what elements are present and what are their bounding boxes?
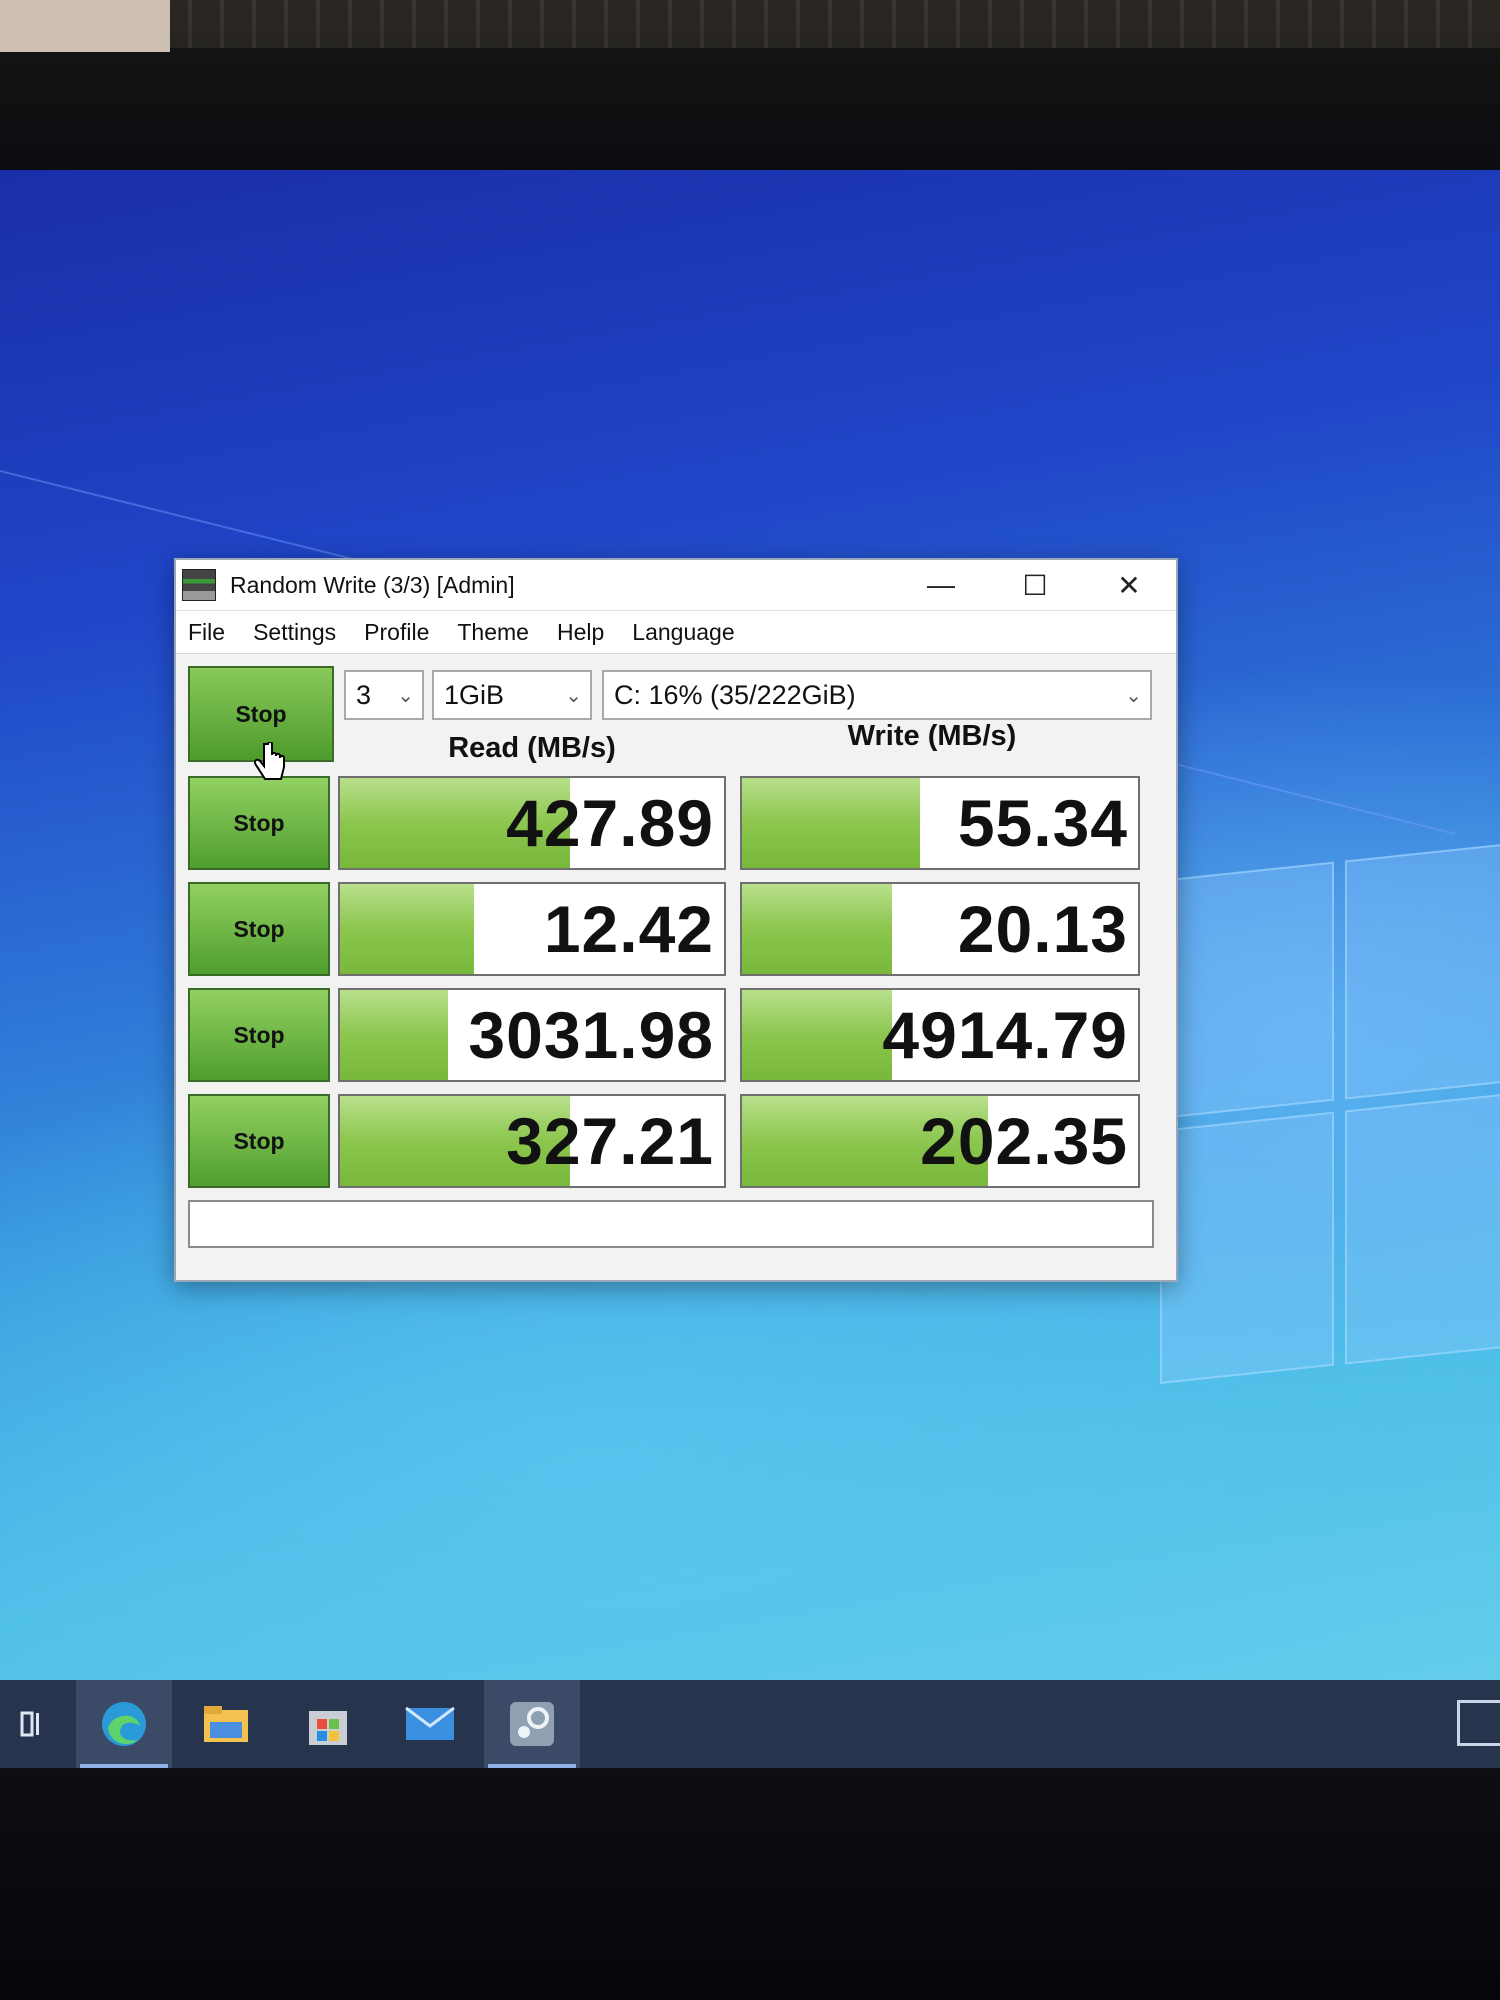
chevron-down-icon: ⌄ [565,684,582,707]
app-icon [182,569,216,601]
read-result-cell: 427.89 [338,776,726,870]
write-result-cell: 20.13 [740,882,1140,976]
read-result-cell: 3031.98 [338,988,726,1082]
logo-pane [1160,861,1334,1119]
row-stop-button[interactable]: Stop [188,776,330,870]
read-value: 427.89 [506,786,714,860]
write-value: 55.34 [957,786,1128,860]
windows-logo-wallpaper [1160,840,1500,1400]
mail-icon [405,1706,455,1740]
steam-taskbar-button[interactable] [484,1680,580,1768]
row-stop-button[interactable]: Stop [188,1094,330,1188]
edge-icon [102,1702,146,1746]
maximize-button[interactable]: ☐ [988,560,1082,610]
read-column-header: Read (MB/s) [448,732,616,764]
read-progress-fill [340,990,448,1080]
menu-file[interactable]: File [188,619,225,646]
write-result-cell: 55.34 [740,776,1140,870]
chevron-down-icon: ⌄ [397,684,414,707]
title-bar[interactable]: Random Write (3/3) [Admin] — ☐ ✕ [176,560,1176,611]
task-view-icon [20,1711,39,1737]
benchmark-window: Random Write (3/3) [Admin] — ☐ ✕ File Se… [174,558,1178,1282]
test-count-select[interactable]: 3 ⌄ [344,670,424,720]
hand-cursor-icon [253,742,285,780]
window-title: Random Write (3/3) [Admin] [230,571,515,598]
test-size-select[interactable]: 1GiB ⌄ [432,670,592,720]
menu-language[interactable]: Language [632,619,734,646]
write-value: 20.13 [957,892,1128,966]
menu-bar: File Settings Profile Theme Help Languag… [176,611,1176,654]
mail-taskbar-button[interactable] [382,1680,478,1768]
menu-theme[interactable]: Theme [457,619,529,646]
menu-settings[interactable]: Settings [253,619,336,646]
read-result-cell: 327.21 [338,1094,726,1188]
drive-value: C: 16% (35/222GiB) [614,679,856,710]
test-size-value: 1GiB [444,679,505,710]
row-stop-button[interactable]: Stop [188,988,330,1082]
write-column-header: Write (MB/s) [847,720,1017,752]
store-taskbar-button[interactable] [280,1680,376,1768]
write-progress-fill [742,778,921,868]
menu-profile[interactable]: Profile [364,619,429,646]
notification-icon[interactable] [1457,1700,1500,1746]
benchmark-panel: Stop 3 ⌄ 1GiB ⌄ C: 16% (35/222GiB) ⌄ Rea… [176,654,1176,1274]
read-value: 12.42 [543,892,714,966]
taskbar [0,1680,1500,1768]
comment-field[interactable] [188,1200,1154,1248]
steam-icon [510,1702,554,1746]
task-view-button[interactable] [0,1680,70,1768]
chevron-down-icon: ⌄ [1125,684,1142,707]
monitor-bottom-bezel [0,1768,1500,2000]
drive-select[interactable]: C: 16% (35/222GiB) ⌄ [602,670,1152,720]
background-wall [0,0,170,52]
read-result-cell: 12.42 [338,882,726,976]
logo-pane [1345,1090,1500,1365]
store-icon [309,1711,347,1745]
test-count-value: 3 [356,679,372,710]
write-value: 4914.79 [882,998,1128,1072]
photo-scene: Random Write (3/3) [Admin] — ☐ ✕ File Se… [0,0,1500,2000]
write-progress-fill [742,884,893,974]
read-value: 3031.98 [468,998,714,1072]
logo-pane [1345,840,1500,1100]
minimize-button[interactable]: — [894,560,988,610]
read-value: 327.21 [506,1104,714,1178]
file-explorer-taskbar-button[interactable] [178,1680,274,1768]
background-shelf [0,0,1500,48]
write-value: 202.35 [920,1104,1128,1178]
write-result-cell: 4914.79 [740,988,1140,1082]
write-result-cell: 202.35 [740,1094,1140,1188]
logo-pane [1160,1111,1334,1384]
file-explorer-icon [204,1706,248,1742]
row-stop-button[interactable]: Stop [188,882,330,976]
close-button[interactable]: ✕ [1082,560,1176,610]
write-progress-fill [742,990,893,1080]
edge-taskbar-button[interactable] [76,1680,172,1768]
read-progress-fill [340,884,475,974]
menu-help[interactable]: Help [557,619,604,646]
